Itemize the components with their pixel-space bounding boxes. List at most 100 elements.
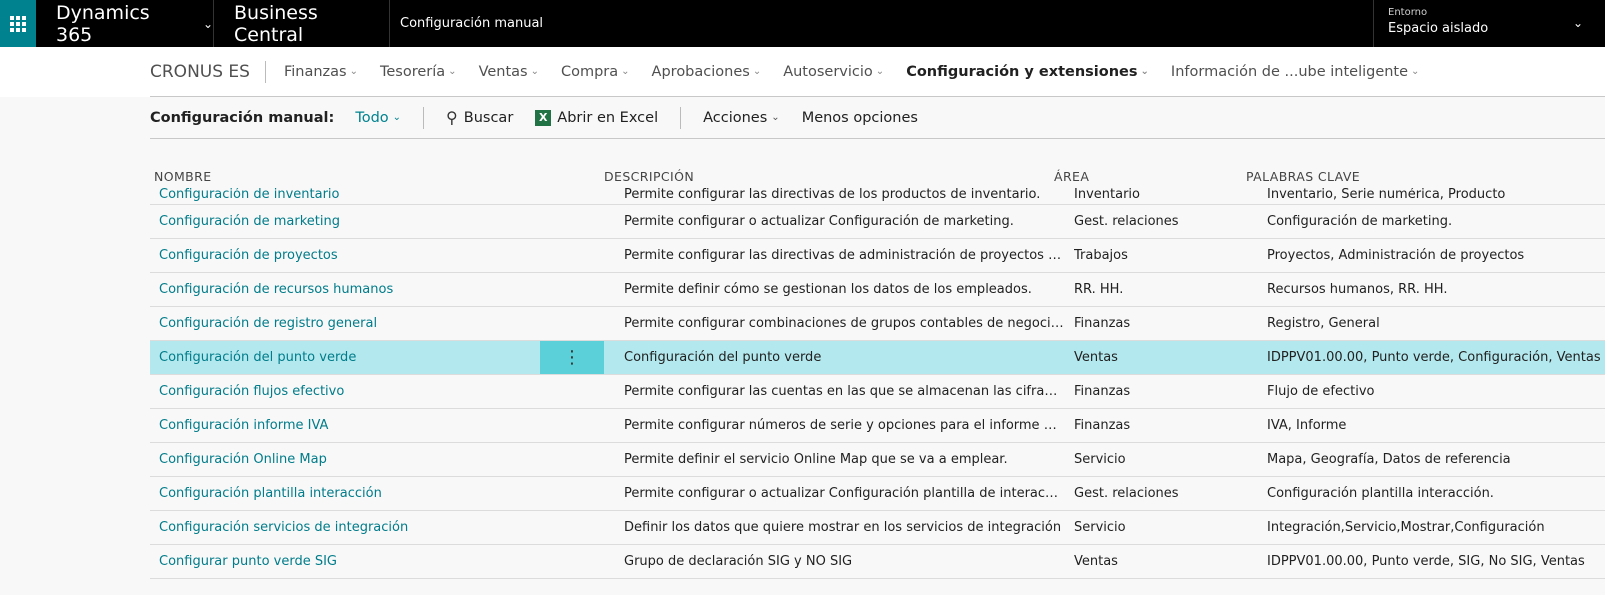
nav-item-label: Autoservicio (783, 63, 873, 80)
row-area: Gest. relaciones (1074, 486, 1179, 501)
row-keywords: Flujo de efectivo (1267, 384, 1375, 399)
row-keywords: IDPPV01.00.00, Punto verde, SIG, No SIG,… (1267, 554, 1585, 569)
nav-item-label: Ventas (478, 63, 528, 80)
row-keywords: Registro, General (1267, 316, 1380, 331)
chevron-down-icon: ⌄ (1411, 66, 1420, 77)
table-row[interactable]: Configuración flujos efectivo Permite con… (150, 375, 1605, 409)
open-in-excel-button[interactable]: X Abrir en Excel (535, 109, 658, 126)
row-description: Permite definir cómo se gestionan los da… (624, 282, 1032, 297)
navigation-menu: CRONUS ES Finanzas ⌄ Tesorería ⌄ Ventas ⌄ Comp… (150, 47, 1605, 97)
divider (680, 106, 682, 129)
row-keywords: IDPPV01.00.00, Punto verde, Configuració… (1267, 350, 1601, 365)
row-name-link[interactable]: Configuración de proyectos (159, 239, 539, 272)
row-name-link[interactable]: Configuración plantilla interacción (159, 477, 539, 510)
nav-item-label: Aprobaciones (651, 63, 750, 80)
top-bar: Dynamics 365 ⌄ Business Central Configur… (0, 0, 1605, 47)
view-filter-label: Todo (355, 109, 389, 126)
row-name-link[interactable]: Configurar punto verde SIG (159, 545, 539, 578)
row-area: Ventas (1074, 350, 1118, 365)
search-label: Buscar (463, 109, 514, 126)
row-name-link[interactable]: Configuración de registro general (159, 307, 539, 340)
nav-item-5[interactable]: Autoservicio ⌄ (783, 64, 884, 80)
search-button[interactable]: ⚲ Buscar (446, 108, 513, 127)
table-row[interactable]: Configuración del punto verde Configuraci… (150, 341, 1605, 375)
row-name-link[interactable]: Configuración Online Map (159, 443, 539, 476)
brand-menu[interactable]: Dynamics 365 ⌄ (36, 0, 214, 47)
app-launcher-button[interactable] (0, 0, 36, 47)
row-keywords: Configuración de marketing. (1267, 214, 1453, 229)
table-row[interactable]: Configuración de registro general Permite… (150, 307, 1605, 341)
row-area: Gest. relaciones (1074, 214, 1179, 229)
environment-switcher[interactable]: Entorno Espacio aislado ⌄ (1373, 0, 1605, 47)
row-name-link[interactable]: Configuración del punto verde (159, 341, 539, 374)
grid-header: NOMBRE DESCRIPCIÓN ÁREA PALABRAS CLAVE (150, 139, 1605, 189)
table-row[interactable]: Configuración de recursos humanos Permite… (150, 273, 1605, 307)
row-description: Grupo de declaración SIG y NO SIG (624, 554, 853, 569)
row-name-link[interactable]: Configuración de inventario (159, 188, 539, 204)
table-row[interactable]: Configuración de marketing Permite config… (150, 205, 1605, 239)
row-name-link[interactable]: Configuración de recursos humanos (159, 273, 539, 306)
row-area: Finanzas (1074, 384, 1131, 399)
search-icon: ⚲ (446, 108, 458, 127)
table-row[interactable]: Configuración Online Map Permite definir … (150, 443, 1605, 477)
column-header-description[interactable]: DESCRIPCIÓN (604, 169, 694, 184)
row-name-link[interactable]: Configuración de marketing (159, 205, 539, 238)
row-description: Permite configurar números de serie y op… (624, 418, 1064, 433)
row-area: Finanzas (1074, 418, 1131, 433)
row-area: Servicio (1074, 452, 1126, 467)
chevron-down-icon: ⌄ (771, 112, 780, 123)
company-name[interactable]: CRONUS ES (150, 60, 266, 83)
row-keywords: Integración,Servicio,Mostrar,Configuraci… (1267, 520, 1545, 535)
nav-item-label: Información de ...ube inteligente (1170, 63, 1409, 80)
row-name-link[interactable]: Configuración flujos efectivo (159, 375, 539, 408)
table-row[interactable]: Configuración servicios de integración De… (150, 511, 1605, 545)
nav-item-3[interactable]: Compra ⌄ (561, 64, 630, 80)
actions-menu[interactable]: Acciones ⌄ (703, 110, 780, 126)
view-filter-dropdown[interactable]: Todo ⌄ (355, 106, 425, 129)
row-area: Inventario (1074, 188, 1140, 202)
row-keywords: Configuración plantilla interacción. (1267, 486, 1494, 501)
row-area: Finanzas (1074, 316, 1131, 331)
nav-item-6[interactable]: Configuración y extensiones ⌄ (906, 64, 1149, 80)
row-description: Permite definir el servicio Online Map q… (624, 452, 1008, 467)
row-name-link[interactable]: Configuración servicios de integración (159, 511, 539, 544)
row-name-link[interactable]: Configuración informe IVA (159, 409, 539, 442)
column-header-name[interactable]: NOMBRE (154, 169, 212, 184)
nav-item-1[interactable]: Tesorería ⌄ (380, 64, 457, 80)
table-row[interactable]: Configuración de proyectos Permite config… (150, 239, 1605, 273)
row-description: Definir los datos que quiere mostrar en … (624, 520, 1062, 535)
row-keywords: Mapa, Geografía, Datos de referencia (1267, 452, 1511, 467)
row-keywords: Proyectos, Administración de proyectos (1267, 248, 1525, 263)
row-keywords: Inventario, Serie numérica, Producto (1267, 188, 1506, 202)
nav-item-7[interactable]: Información de ...ube inteligente ⌄ (1171, 64, 1420, 80)
table-row[interactable]: Configuración plantilla interacción Permi… (150, 477, 1605, 511)
chevron-down-icon: ⌄ (448, 66, 457, 77)
nav-item-0[interactable]: Finanzas ⌄ (284, 64, 358, 80)
row-area: Trabajos (1074, 248, 1128, 263)
row-description: Permite configurar las cuentas en las qu… (624, 384, 1064, 399)
actions-label: Acciones (703, 109, 768, 126)
chevron-down-icon: ⌄ (202, 16, 213, 31)
chevron-down-icon: ⌄ (349, 66, 358, 77)
row-description: Permite configurar combinaciones de grup… (624, 316, 1064, 331)
table-row[interactable]: Configuración informe IVA Permite configu… (150, 409, 1605, 443)
row-area: Servicio (1074, 520, 1126, 535)
row-description: Permite configurar las directivas de los… (624, 188, 1041, 202)
table-row[interactable]: Configurar punto verde SIG Grupo de decla… (150, 545, 1605, 579)
nav-item-label: Tesorería (379, 63, 446, 80)
nav-item-4[interactable]: Aprobaciones ⌄ (652, 64, 762, 80)
fewer-options-button[interactable]: Menos opciones (802, 110, 918, 126)
column-header-area[interactable]: ÁREA (1054, 169, 1089, 184)
chevron-down-icon: ⌄ (1140, 66, 1149, 77)
product-name[interactable]: Business Central (214, 0, 390, 47)
page-caption: Configuración manual: (150, 109, 335, 126)
table-row[interactable]: Configuración de inventario Permite confi… (150, 188, 1605, 205)
row-description: Permite configurar o actualizar Configur… (624, 214, 1014, 229)
chevron-down-icon: ⌄ (752, 66, 762, 77)
excel-icon: X (535, 109, 552, 126)
nav-item-2[interactable]: Ventas ⌄ (479, 64, 539, 80)
row-actions-button[interactable]: ⋮ (540, 341, 604, 374)
column-header-keywords[interactable]: PALABRAS CLAVE (1246, 169, 1360, 184)
nav-item-label: Configuración y extensiones (906, 63, 1138, 80)
row-keywords: IVA, Informe (1267, 418, 1347, 433)
